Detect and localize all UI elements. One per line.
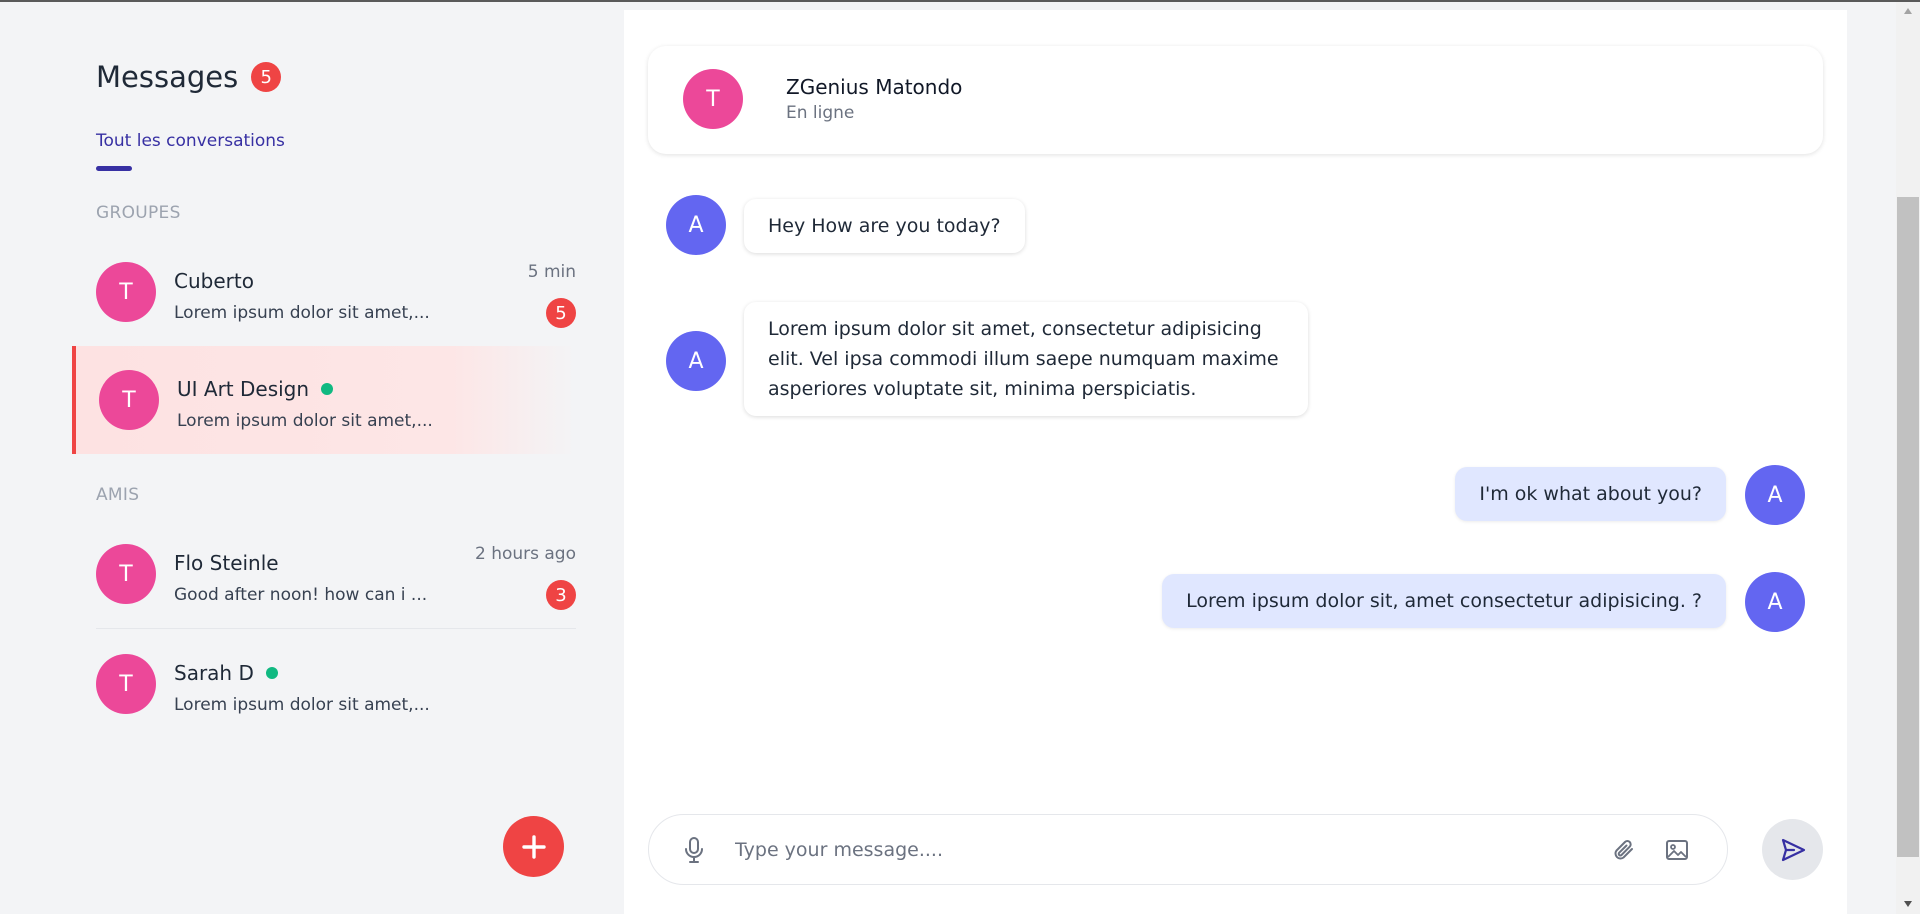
conversation-time: 2 hours ago — [474, 544, 576, 564]
unread-total-badge: 5 — [251, 62, 282, 92]
conversation-preview: Lorem ipsum dolor sit amet,... — [174, 303, 430, 323]
conversation-preview: Lorem ipsum dolor sit amet,... — [177, 411, 433, 431]
attach-file-button[interactable] — [1609, 835, 1639, 865]
contact-status: En ligne — [786, 103, 855, 123]
send-button[interactable] — [1762, 819, 1823, 880]
image-icon — [1666, 840, 1688, 860]
conversation-preview: Lorem ipsum dolor sit amet,... — [174, 695, 430, 715]
send-icon — [1781, 838, 1805, 861]
conversation-name: Flo Steinle — [174, 551, 279, 575]
message-avatar: A — [666, 331, 726, 391]
conversation-name-text: UI Art Design — [177, 377, 310, 401]
new-conversation-button[interactable] — [503, 816, 564, 877]
conversation-name: Cuberto — [174, 269, 254, 293]
conversation-name: UI Art Design — [177, 377, 334, 401]
conversation-item-ui-art-design[interactable]: T UI Art Design Lorem ipsum dolor sit am… — [72, 346, 576, 454]
message-bubble-outgoing: Lorem ipsum dolor sit, amet consectetur … — [1162, 574, 1726, 628]
avatar: T — [96, 262, 156, 322]
contact-avatar: T — [683, 69, 743, 129]
avatar: T — [96, 654, 156, 714]
chevron-up-icon — [1904, 7, 1912, 14]
conversation-item-sarah-d[interactable]: T Sarah D Lorem ipsum dolor sit amet,... — [72, 630, 576, 738]
message-bubble-incoming: Lorem ipsum dolor sit amet, consectetur … — [744, 302, 1308, 416]
online-status-dot — [265, 667, 278, 679]
scroll-down-arrow[interactable] — [1897, 895, 1919, 912]
chevron-down-icon — [1904, 900, 1912, 907]
conversations-sidebar: Messages 5 Tout les conversations GROUPE… — [0, 2, 624, 914]
section-label-groups: GROUPES — [96, 203, 181, 223]
message-avatar: A — [1745, 465, 1805, 525]
scroll-up-arrow[interactable] — [1897, 2, 1919, 19]
conversation-name-text: Sarah D — [174, 661, 254, 685]
sidebar-title: Messages — [96, 60, 239, 94]
online-status-dot — [321, 383, 334, 395]
scrollbar-thumb[interactable] — [1897, 197, 1919, 857]
plus-icon — [521, 834, 546, 859]
active-tab-indicator — [96, 166, 132, 171]
tab-all-conversations[interactable]: Tout les conversations — [96, 131, 285, 151]
section-label-friends: AMIS — [96, 485, 140, 505]
unread-badge: 5 — [546, 298, 576, 328]
message-avatar: A — [1745, 572, 1805, 632]
chat-panel: T ZGenius Matondo En ligne A Hey How are… — [624, 10, 1847, 914]
message-input[interactable] — [735, 832, 1575, 868]
message-avatar: A — [666, 195, 726, 255]
sidebar-header: Messages 5 — [96, 60, 282, 94]
conversation-item-flo-steinle[interactable]: T Flo Steinle Good after noon! how can i… — [72, 520, 576, 628]
conversation-name: Sarah D — [174, 661, 278, 685]
contact-name: ZGenius Matondo — [786, 75, 963, 99]
microphone-icon — [685, 837, 703, 863]
message-bubble-outgoing: I'm ok what about you? — [1455, 467, 1726, 521]
chat-header: T ZGenius Matondo En ligne — [648, 46, 1823, 154]
conversation-name-text: Cuberto — [174, 269, 254, 293]
attach-image-button[interactable] — [1662, 835, 1692, 865]
avatar: T — [99, 370, 159, 430]
unread-badge: 3 — [546, 580, 576, 610]
message-composer — [648, 814, 1728, 885]
list-divider — [96, 628, 576, 629]
conversation-name-text: Flo Steinle — [174, 551, 279, 575]
message-bubble-incoming: Hey How are you today? — [744, 199, 1025, 253]
paperclip-icon — [1614, 840, 1633, 860]
conversation-time: 5 min — [527, 262, 576, 282]
conversation-item-cuberto[interactable]: T Cuberto Lorem ipsum dolor sit amet,...… — [72, 238, 576, 346]
avatar: T — [96, 544, 156, 604]
conversation-preview: Good after noon! how can i ... — [174, 585, 428, 605]
microphone-button[interactable] — [679, 835, 709, 865]
